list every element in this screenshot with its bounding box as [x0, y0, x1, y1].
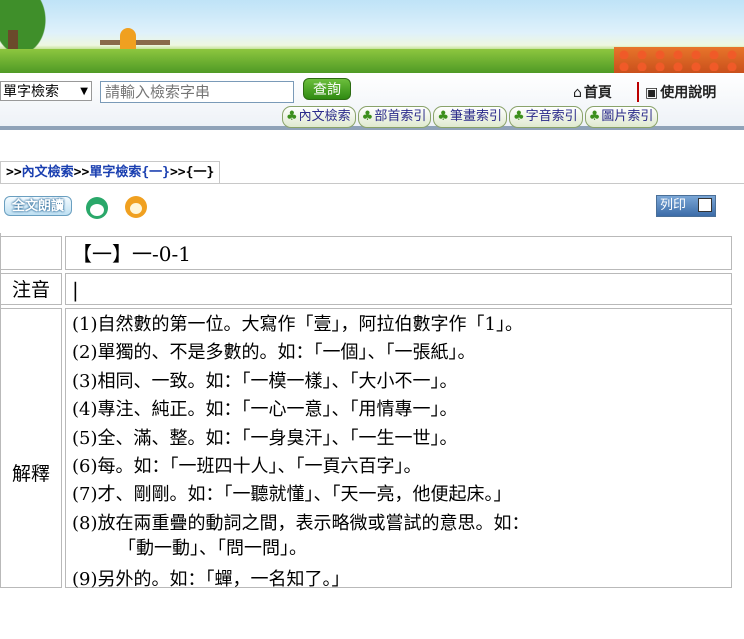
definition-item: (2)單獨的、不是多數的。如：「一個」、「一張紙」。 [72, 342, 476, 364]
nav-label: 筆畫索引 [450, 109, 503, 124]
nav-label: 圖片索引 [601, 109, 654, 124]
nav-label: 內文檢索 [298, 109, 351, 124]
girl-face-icon[interactable] [125, 196, 147, 218]
search-toolbar: 單字檢索 ▼ 查詢 ⌂首頁 ▣使用說明 ♣內文檢索 ♣部首索引 ♣筆畫索引 ♣字… [0, 73, 744, 130]
dropdown-arrow-icon: ▼ [80, 86, 88, 97]
nav-image-index[interactable]: ♣圖片索引 [584, 106, 659, 128]
breadcrumb-separator: >> [169, 165, 186, 180]
definition-item: (5)全、滿、整。如：「一身臭汗」、「一生一世」。 [72, 427, 458, 449]
breadcrumb-separator: >> [73, 165, 90, 180]
breadcrumb-current: {一} [185, 165, 215, 180]
boy-face-icon[interactable] [86, 197, 108, 219]
zhuyin-value: | [65, 273, 732, 305]
nav-stroke-index[interactable]: ♣筆畫索引 [433, 106, 508, 128]
home-label: 首頁 [583, 85, 612, 101]
header-banner [0, 0, 744, 73]
help-label: 使用說明 [660, 85, 717, 101]
sprout-icon: ♣ [437, 109, 449, 124]
search-mode-select[interactable]: 單字檢索 ▼ [0, 81, 92, 101]
nav-fulltext-search[interactable]: ♣內文檢索 [282, 106, 356, 128]
print-button[interactable]: 列印 [656, 195, 716, 217]
headword-label-cell [0, 236, 62, 270]
printer-icon [698, 198, 712, 212]
flower-field [614, 47, 744, 73]
definition-item: (3)相同、一致。如：「一模一樣」、「大小不一」。 [72, 370, 458, 392]
index-nav: ♣內文檢索 ♣部首索引 ♣筆畫索引 ♣字音索引 ♣圖片索引 [282, 106, 659, 128]
explain-label: 解釋 [0, 308, 62, 588]
read-aloud-button[interactable]: 全文朗讀 [4, 196, 72, 216]
nav-label: 字音索引 [525, 109, 578, 124]
nav-radical-index[interactable]: ♣部首索引 [357, 106, 432, 128]
definition-item-continuation: 「動一動」、「問一問」。 [118, 538, 307, 560]
breadcrumb: >>內文檢索>>單字檢索{一}>>{一} [0, 161, 221, 184]
sprout-icon: ♣ [286, 109, 298, 124]
headword: 【一】一-0-1 [65, 236, 732, 270]
definition-item: (6)每。如：「一班四十人」、「一頁六百字」。 [72, 456, 422, 478]
nav-label: 部首索引 [374, 109, 427, 124]
breadcrumb-fulltext[interactable]: 內文檢索 [22, 165, 74, 180]
sprout-icon: ♣ [361, 109, 374, 124]
help-link[interactable]: ▣ 使用說明 [637, 82, 716, 102]
print-label: 列印 [660, 198, 687, 213]
book-icon: ▣ [645, 85, 659, 101]
definition-list: (1)自然數的第一位。大寫作「壹」，阿拉伯數字作「1」。 (2)單獨的、不是多數… [65, 308, 732, 590]
breadcrumb-single-char[interactable]: 單字檢索{一} [89, 165, 170, 180]
definition-item: (1)自然數的第一位。大寫作「壹」，阿拉伯數字作「1」。 [72, 314, 523, 335]
breadcrumb-separator: >> [6, 165, 22, 180]
definition-item: (7)才、剛剛。如：「一聽就懂」、「天一亮，他便起床。」 [72, 484, 512, 506]
breadcrumb-divider [0, 183, 744, 184]
zhuyin-label: 注音 [0, 273, 62, 305]
query-button[interactable]: 查詢 [303, 78, 351, 100]
nav-phonetic-index[interactable]: ♣字音索引 [509, 106, 583, 128]
definition-item: (8)放在兩重疊的動詞之間，表示略微或嘗試的意思。如： [72, 512, 530, 534]
sprout-icon: ♣ [588, 109, 601, 124]
home-link[interactable]: ⌂ 首頁 [573, 82, 612, 102]
search-input[interactable] [100, 81, 294, 103]
search-mode-value: 單字檢索 [3, 84, 59, 100]
definition-item: (9)另外的。如：「蟬，一名知了。」 [72, 569, 350, 591]
sprout-icon: ♣ [513, 109, 525, 124]
definition-item: (4)專注、純正。如：「一心一意」、「用情專一」。 [72, 399, 458, 421]
home-icon: ⌂ [573, 85, 582, 101]
